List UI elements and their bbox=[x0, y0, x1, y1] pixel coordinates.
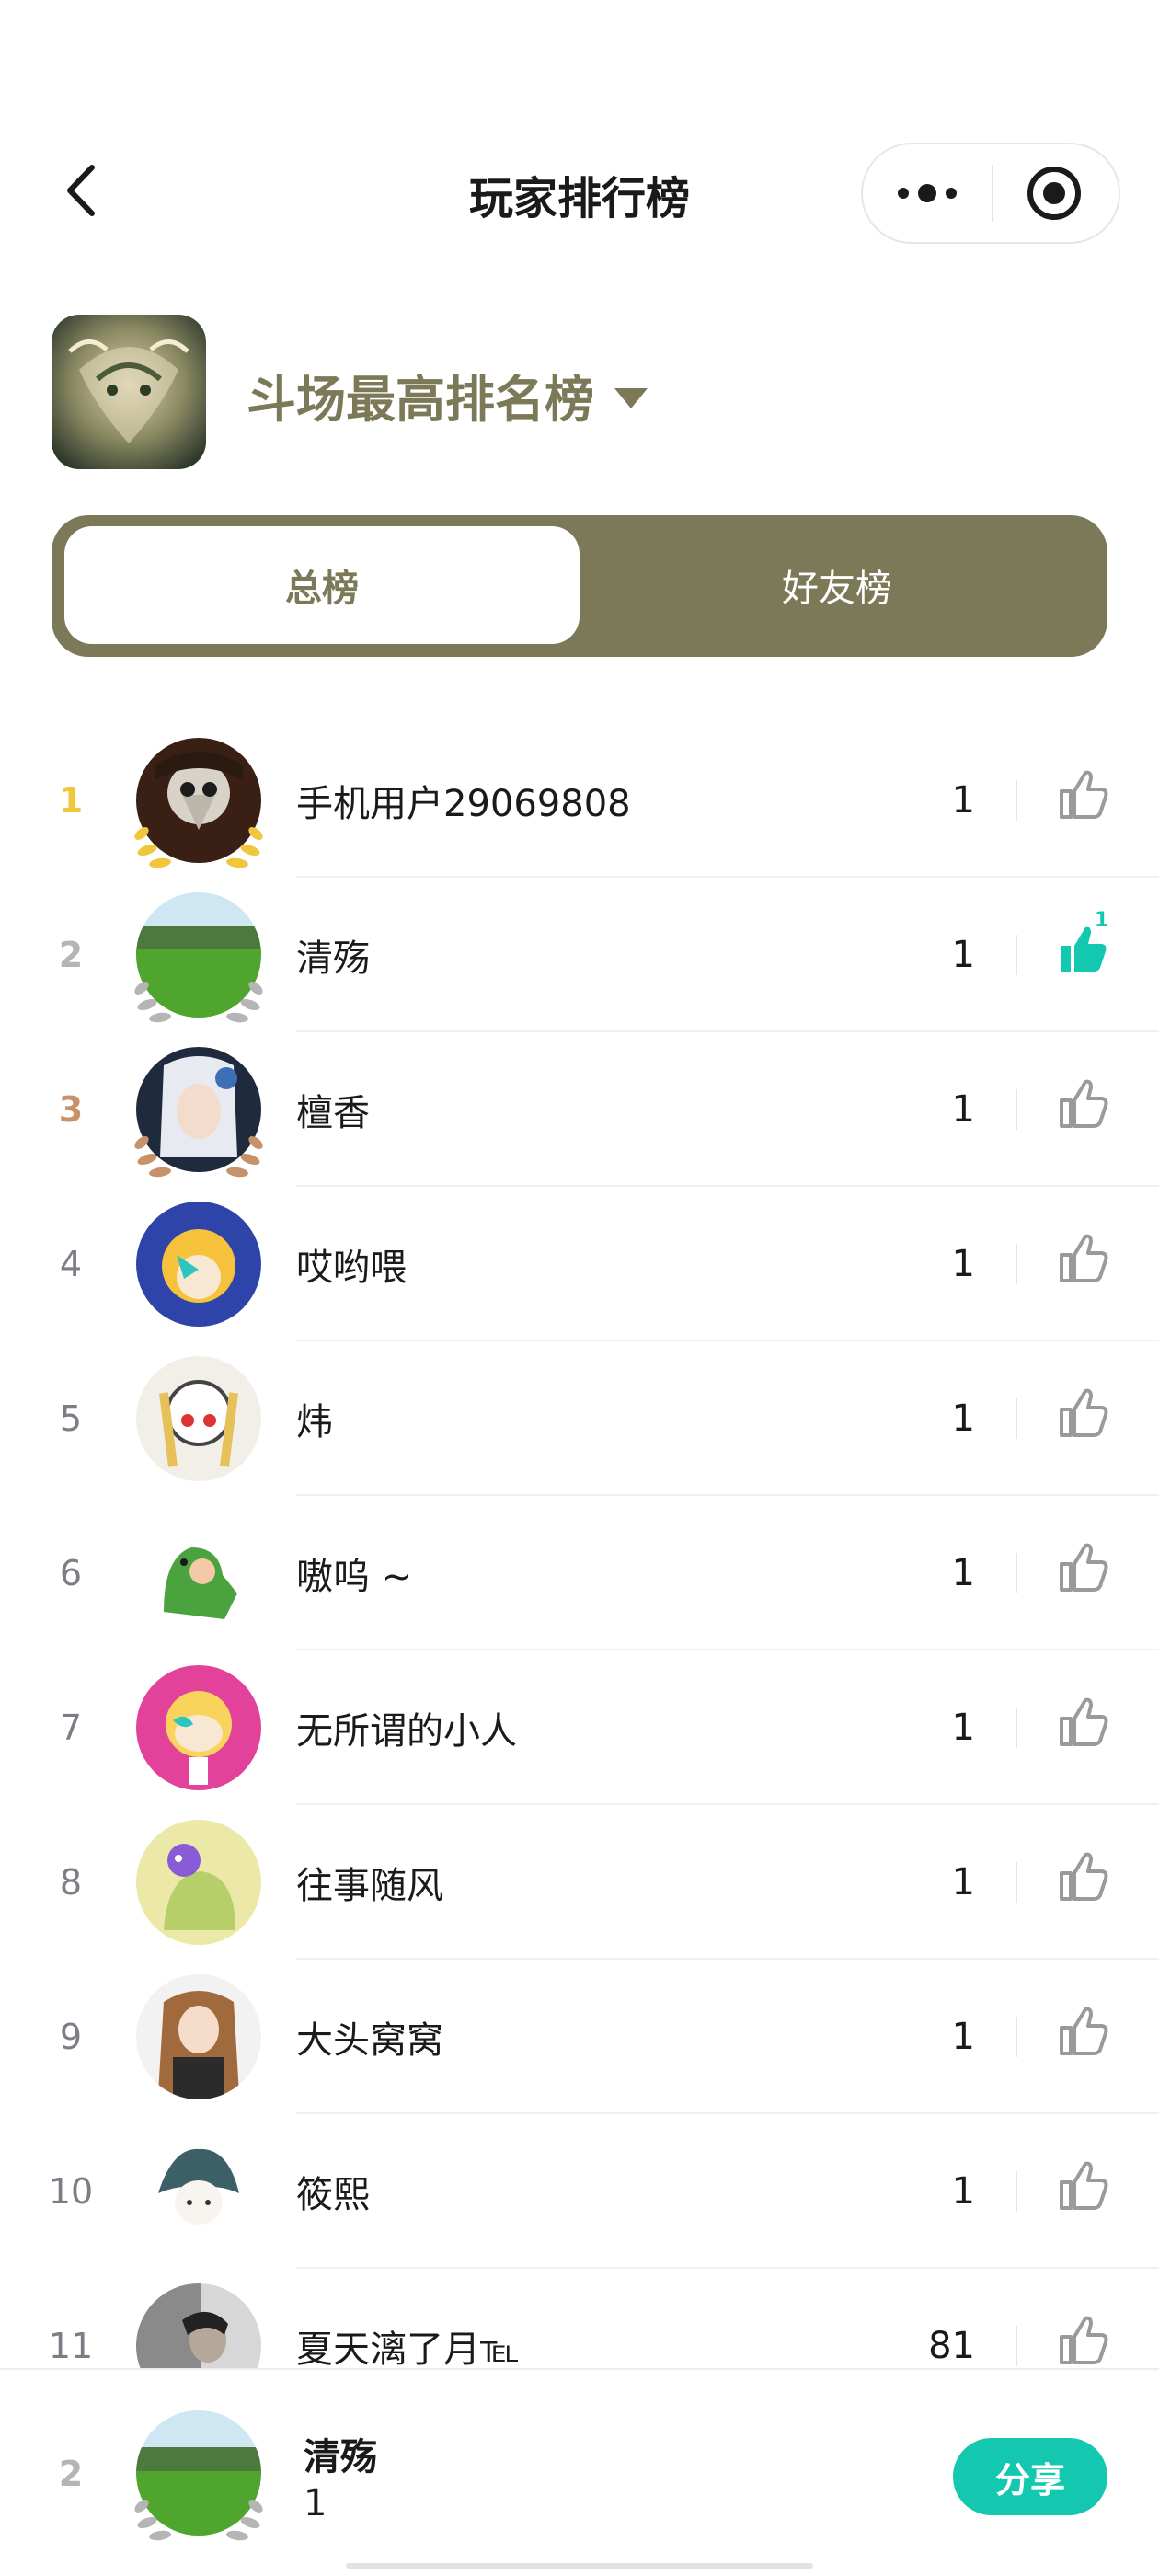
thumbs-up-icon[interactable] bbox=[1054, 765, 1113, 824]
rank-number: 2 bbox=[58, 935, 84, 975]
avatar bbox=[136, 1511, 261, 1636]
home-indicator bbox=[346, 2563, 813, 2569]
rank-number: 3 bbox=[58, 1089, 84, 1130]
avatar bbox=[136, 1356, 261, 1481]
tab-overall[interactable]: 总榜 bbox=[64, 526, 580, 644]
list-item: 6 嗷呜 ~ 1 bbox=[0, 1496, 1159, 1650]
row-separator bbox=[1016, 2171, 1017, 2212]
list-item: 4 哎哟喂 1 bbox=[0, 1187, 1159, 1341]
row-separator bbox=[1016, 935, 1017, 975]
tab-friends[interactable]: 好友榜 bbox=[580, 526, 1095, 644]
player-name: 嗷呜 ~ bbox=[296, 1556, 413, 1598]
laurel-icon bbox=[134, 1136, 263, 1178]
mini-program-capsule bbox=[861, 143, 1120, 244]
list-item: 8 往事随风 1 bbox=[0, 1805, 1159, 1960]
avatar bbox=[136, 2129, 261, 2254]
rank-number: 8 bbox=[59, 1862, 83, 1903]
thumbs-up-icon[interactable] bbox=[1054, 1384, 1113, 1443]
thumbs-up-icon[interactable] bbox=[1054, 1538, 1113, 1597]
tab-bar: 总榜 好友榜 bbox=[52, 515, 1107, 657]
rank-number: 7 bbox=[59, 1708, 83, 1748]
rank-number: 10 bbox=[48, 2171, 94, 2212]
thumbs-up-icon[interactable] bbox=[1054, 1075, 1113, 1133]
avatar bbox=[136, 1974, 261, 2099]
player-score: 1 bbox=[951, 1861, 975, 1903]
caret-down-icon bbox=[614, 387, 648, 408]
list-item: 10 筱熙 1 bbox=[0, 2114, 1159, 2269]
rank-number: 4 bbox=[59, 1244, 83, 1284]
list-item: 9 大头窝窝 1 bbox=[0, 1960, 1159, 2114]
avatar bbox=[136, 1665, 261, 1790]
target-circle-icon[interactable] bbox=[993, 144, 1119, 242]
ranking-list: 1 手机用户29069808 1 2 清殇 1 1 3 檀香 1 4 哎哟喂 1 5 炜 1 6 嗷呜 ~ 1 7 无所… bbox=[0, 723, 1159, 2423]
avatar bbox=[136, 1820, 261, 1945]
list-item: 1 手机用户29069808 1 bbox=[0, 723, 1159, 878]
nav-bar: 玩家排行榜 bbox=[0, 129, 1159, 258]
row-separator bbox=[1016, 2017, 1017, 2057]
rank-number: 5 bbox=[59, 1398, 83, 1439]
my-rank-number: 2 bbox=[58, 2454, 84, 2494]
player-score: 1 bbox=[951, 1243, 975, 1285]
share-button[interactable]: 分享 bbox=[953, 2438, 1107, 2515]
thumbs-up-icon[interactable] bbox=[1054, 2156, 1113, 2215]
thumbs-up-icon[interactable] bbox=[1054, 1229, 1113, 1288]
thumbs-up-icon[interactable] bbox=[1054, 1847, 1113, 1906]
game-icon bbox=[52, 315, 206, 469]
player-name: 哎哟喂 bbox=[296, 1247, 407, 1289]
row-separator bbox=[1016, 2326, 1017, 2366]
row-separator bbox=[1016, 1089, 1017, 1130]
my-name: 清殇 bbox=[304, 2436, 377, 2478]
row-separator bbox=[1016, 780, 1017, 821]
player-score: 1 bbox=[951, 2170, 975, 2213]
player-score: 1 bbox=[951, 779, 975, 822]
more-dots-icon[interactable] bbox=[863, 144, 992, 242]
player-score: 1 bbox=[951, 934, 975, 976]
rank-number: 9 bbox=[59, 2017, 83, 2057]
player-name: 炜 bbox=[296, 1401, 333, 1443]
player-name: 往事随风 bbox=[296, 1865, 443, 1907]
row-separator bbox=[1016, 1553, 1017, 1593]
player-name: 清殇 bbox=[296, 937, 370, 980]
player-name: 大头窝窝 bbox=[296, 2019, 443, 2062]
board-selector[interactable]: 斗场最高排名榜 bbox=[247, 359, 648, 431]
row-separator bbox=[1016, 1862, 1017, 1903]
rank-number: 6 bbox=[59, 1553, 83, 1593]
row-separator bbox=[1016, 1244, 1017, 1284]
my-rank-bar: 2 清殇 1 分享 bbox=[0, 2368, 1159, 2576]
like-count: 1 bbox=[1095, 909, 1109, 932]
laurel-silver-icon bbox=[134, 2500, 263, 2541]
row-separator bbox=[1016, 1398, 1017, 1439]
player-name: 筱熙 bbox=[296, 2174, 370, 2216]
thumbs-up-icon[interactable] bbox=[1054, 2311, 1113, 2370]
player-score: 1 bbox=[951, 1397, 975, 1440]
laurel-icon bbox=[134, 982, 263, 1023]
player-name: 无所谓的小人 bbox=[296, 1710, 517, 1753]
player-score: 1 bbox=[951, 2016, 975, 2058]
board-title: 斗场最高排名榜 bbox=[247, 371, 594, 429]
player-score: 1 bbox=[951, 1552, 975, 1594]
list-item: 7 无所谓的小人 1 bbox=[0, 1650, 1159, 1805]
list-item: 3 檀香 1 bbox=[0, 1032, 1159, 1187]
player-score: 1 bbox=[951, 1088, 975, 1131]
player-score: 1 bbox=[951, 1707, 975, 1749]
laurel-icon bbox=[134, 827, 263, 868]
list-item: 2 清殇 1 1 bbox=[0, 878, 1159, 1032]
list-item: 5 炜 1 bbox=[0, 1341, 1159, 1496]
my-score: 1 bbox=[304, 2482, 327, 2524]
player-name: 手机用户29069808 bbox=[296, 783, 631, 825]
row-separator bbox=[1016, 1708, 1017, 1748]
avatar bbox=[136, 1202, 261, 1327]
thumbs-up-icon[interactable] bbox=[1054, 2002, 1113, 2061]
thumbs-up-icon[interactable] bbox=[1054, 1693, 1113, 1752]
rank-number: 1 bbox=[58, 780, 84, 821]
player-name: 檀香 bbox=[296, 1092, 370, 1134]
